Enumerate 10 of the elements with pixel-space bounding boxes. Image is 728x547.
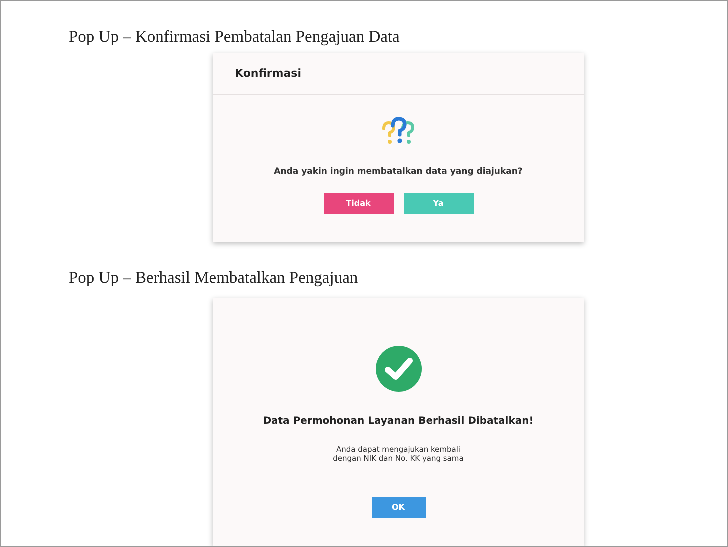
dialog-heading: Data Permohonan Layanan Berhasil Dibatalkan!: [263, 416, 534, 427]
section-caption: Pop Up – Konfirmasi Pembatalan Pengajuan Data: [69, 27, 401, 47]
ok-button[interactable]: OK: [372, 497, 426, 518]
check-circle-icon: [376, 346, 422, 392]
dialog-message: Anda yakin ingin membatalkan data yang diajukan?: [274, 167, 523, 177]
section-caption: Pop Up – Berhasil Membatalkan Pengajuan: [69, 268, 360, 288]
cancel-button[interactable]: Tidak: [324, 193, 394, 214]
confirm-button[interactable]: Ya: [404, 193, 474, 214]
question-marks-icon: [380, 117, 416, 147]
dialog-title: Konfirmasi: [213, 53, 584, 95]
